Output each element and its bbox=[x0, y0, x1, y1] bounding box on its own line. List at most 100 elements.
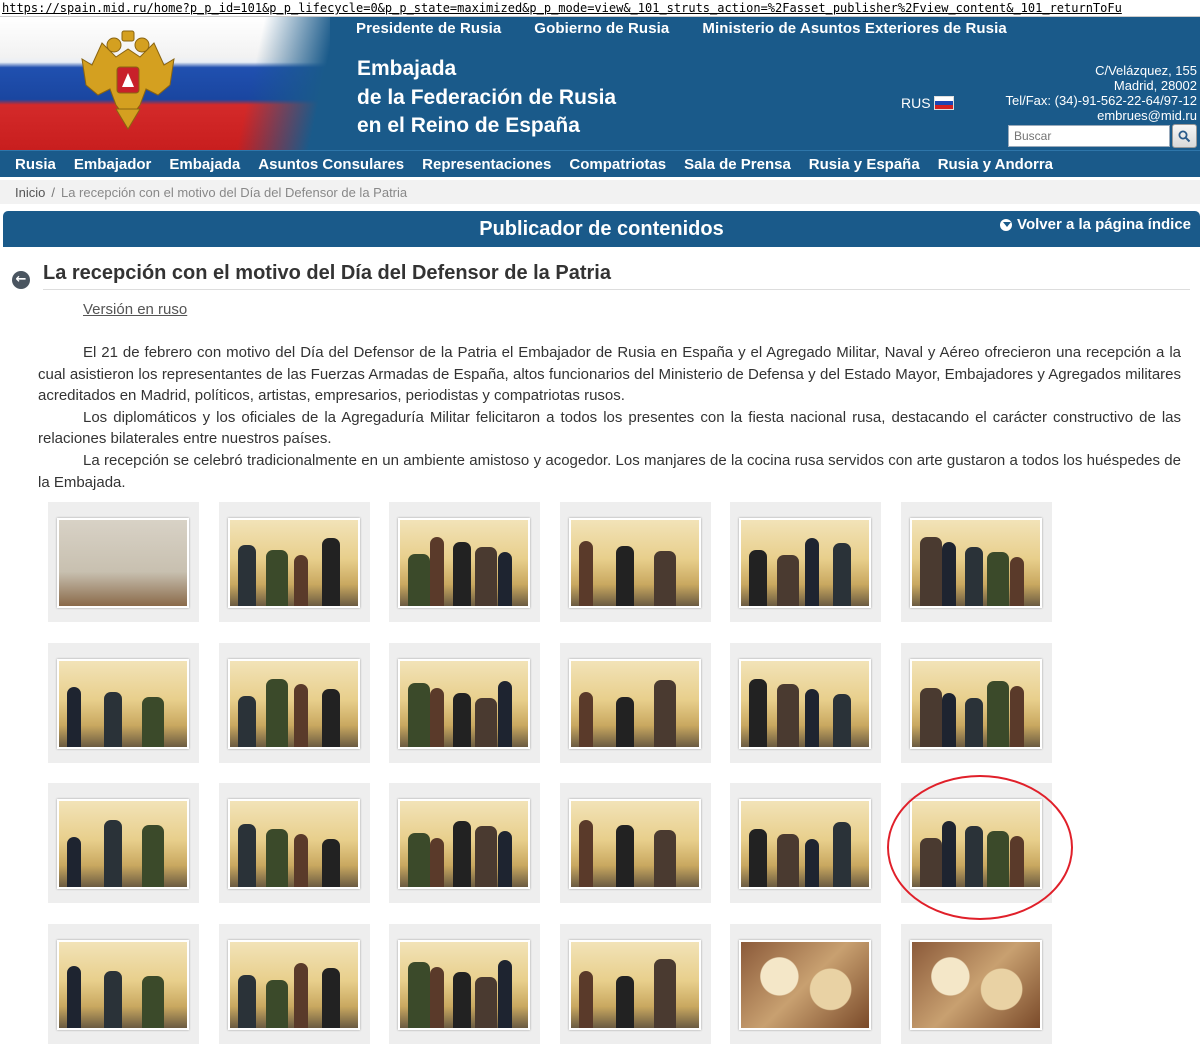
photo-image bbox=[910, 659, 1042, 749]
divider bbox=[43, 289, 1190, 290]
link-ministerio[interactable]: Ministerio de Asuntos Exteriores de Rusi… bbox=[702, 20, 1006, 37]
person-figure bbox=[67, 966, 81, 1028]
person-figure bbox=[497, 552, 512, 606]
person-figure bbox=[322, 839, 340, 887]
top-links: Presidente de Rusia Gobierno de Rusia Mi… bbox=[356, 20, 1040, 37]
person-figure bbox=[942, 693, 957, 747]
gallery-thumbnail[interactable] bbox=[389, 924, 540, 1044]
nav-rusia-y-espana[interactable]: Rusia y España bbox=[809, 156, 920, 173]
person-figure bbox=[294, 963, 308, 1028]
photo-image bbox=[228, 659, 360, 749]
gallery-thumbnail[interactable] bbox=[901, 502, 1052, 622]
language-switch[interactable]: RUS bbox=[901, 95, 954, 111]
gallery-thumbnail[interactable] bbox=[730, 502, 881, 622]
nav-rusia-y-andorra[interactable]: Rusia y Andorra bbox=[938, 156, 1053, 173]
link-presidente[interactable]: Presidente de Rusia bbox=[356, 20, 501, 37]
russian-version-link[interactable]: Versión en ruso bbox=[83, 301, 187, 318]
person-figure bbox=[266, 679, 288, 747]
arrow-left-icon[interactable]: ← bbox=[12, 271, 30, 289]
nav-compatriotas[interactable]: Compatriotas bbox=[569, 156, 666, 173]
gallery-thumbnail[interactable] bbox=[389, 502, 540, 622]
person-figure bbox=[579, 820, 593, 887]
person-figure bbox=[579, 541, 593, 606]
portlet-header: Publicador de contenidos Volver a la pág… bbox=[3, 211, 1200, 247]
embassy-title[interactable]: Embajada de la Federación de Rusia en el… bbox=[357, 55, 616, 141]
person-figure bbox=[238, 824, 256, 887]
gallery-thumbnail[interactable] bbox=[560, 783, 711, 903]
person-figure bbox=[987, 681, 1010, 747]
breadcrumb-home[interactable]: Inicio bbox=[15, 185, 45, 200]
photo-image bbox=[228, 940, 360, 1030]
photo-image bbox=[398, 518, 530, 608]
gallery-thumbnail[interactable] bbox=[389, 783, 540, 903]
search-input[interactable] bbox=[1008, 125, 1170, 147]
nav-asuntos-consulares[interactable]: Asuntos Consulares bbox=[258, 156, 404, 173]
person-figure bbox=[579, 971, 593, 1028]
nav-embajador[interactable]: Embajador bbox=[74, 156, 152, 173]
person-figure bbox=[653, 830, 676, 887]
person-figure bbox=[141, 697, 164, 747]
person-figure bbox=[749, 550, 767, 606]
gallery-thumbnail[interactable] bbox=[560, 502, 711, 622]
photo-image bbox=[739, 940, 871, 1030]
nav-rusia[interactable]: Rusia bbox=[15, 156, 56, 173]
embassy-title-line1: Embajada bbox=[357, 57, 457, 80]
photo-image bbox=[739, 799, 871, 889]
photo-image bbox=[57, 799, 189, 889]
photo-image bbox=[569, 940, 701, 1030]
gallery-thumbnail[interactable] bbox=[48, 502, 199, 622]
person-figure bbox=[653, 959, 676, 1028]
email-link[interactable]: embrues@mid.ru bbox=[1006, 108, 1197, 123]
gallery-thumbnail[interactable] bbox=[901, 643, 1052, 763]
person-figure bbox=[964, 547, 983, 606]
gallery-thumbnail[interactable] bbox=[219, 643, 370, 763]
person-figure bbox=[579, 692, 593, 747]
person-figure bbox=[141, 976, 164, 1028]
person-figure bbox=[294, 684, 308, 747]
photo-image bbox=[57, 518, 189, 608]
gallery-thumbnail[interactable] bbox=[48, 643, 199, 763]
nav-representaciones[interactable]: Representaciones bbox=[422, 156, 551, 173]
photo-image bbox=[57, 659, 189, 749]
gallery-thumbnail[interactable] bbox=[48, 783, 199, 903]
person-figure bbox=[805, 839, 819, 887]
search-icon bbox=[1178, 130, 1191, 142]
person-figure bbox=[497, 960, 512, 1028]
russian-flag-banner bbox=[0, 17, 330, 150]
back-to-index-link[interactable]: Volver a la página índice bbox=[1000, 216, 1191, 233]
person-figure bbox=[833, 694, 851, 747]
highlight-circle bbox=[887, 775, 1073, 920]
article-paragraph: La recepción se celebró tradicionalmente… bbox=[38, 451, 1181, 491]
gallery-thumbnail[interactable] bbox=[730, 783, 881, 903]
nav-embajada[interactable]: Embajada bbox=[169, 156, 240, 173]
gallery-thumbnail[interactable] bbox=[219, 924, 370, 1044]
person-figure bbox=[294, 555, 308, 606]
search-button[interactable] bbox=[1172, 124, 1197, 148]
gallery-thumbnail[interactable] bbox=[901, 924, 1052, 1044]
photo-image bbox=[228, 799, 360, 889]
person-figure bbox=[653, 680, 676, 747]
person-figure bbox=[942, 542, 957, 606]
address-line1: C/Velázquez, 155 bbox=[1095, 63, 1197, 78]
photo-image bbox=[910, 940, 1042, 1030]
person-figure bbox=[238, 545, 256, 606]
person-figure bbox=[452, 972, 471, 1028]
gallery-thumbnail[interactable] bbox=[560, 924, 711, 1044]
gallery-thumbnail[interactable] bbox=[560, 643, 711, 763]
address-bar[interactable]: https://spain.mid.ru/home?p_p_id=101&p_p… bbox=[0, 0, 1200, 17]
breadcrumb-separator: / bbox=[51, 185, 55, 200]
person-figure bbox=[408, 554, 430, 606]
person-figure bbox=[616, 825, 635, 887]
gallery-thumbnail[interactable] bbox=[48, 924, 199, 1044]
gallery-thumbnail[interactable] bbox=[219, 783, 370, 903]
person-figure bbox=[1009, 557, 1024, 606]
gallery-thumbnail[interactable] bbox=[730, 924, 881, 1044]
gallery-thumbnail[interactable] bbox=[389, 643, 540, 763]
nav-sala-de-prensa[interactable]: Sala de Prensa bbox=[684, 156, 791, 173]
person-figure bbox=[616, 976, 635, 1028]
photo-image bbox=[739, 659, 871, 749]
gallery-thumbnail[interactable] bbox=[219, 502, 370, 622]
article-paragraph: Los diplomáticos y los oficiales de la A… bbox=[38, 408, 1181, 448]
link-gobierno[interactable]: Gobierno de Rusia bbox=[534, 20, 669, 37]
gallery-thumbnail[interactable] bbox=[730, 643, 881, 763]
